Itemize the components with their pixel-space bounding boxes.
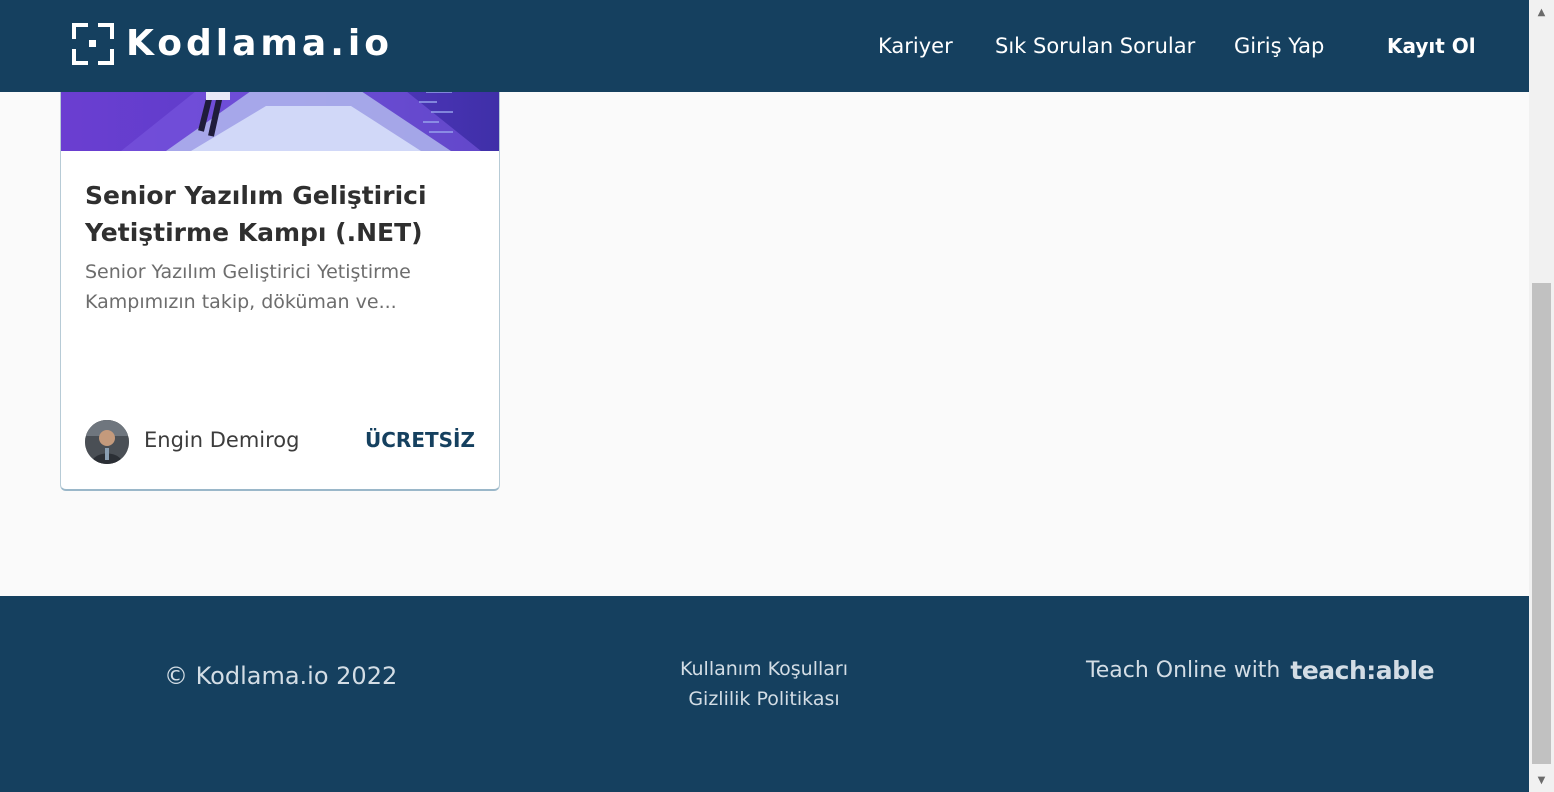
- privacy-link[interactable]: Gizlilik Politikası: [579, 684, 949, 714]
- course-description: Senior Yazılım Geliştirici Yetiştirme Ka…: [85, 261, 411, 313]
- teach-online-text: Teach Online with: [1086, 658, 1281, 683]
- vertical-scrollbar[interactable]: ▲ ▼: [1529, 0, 1554, 792]
- logo[interactable]: Kodlama.io: [72, 22, 393, 66]
- page: Kodlama.io Kariyer Sık Sorulan Sorular G…: [0, 0, 1529, 792]
- author-avatar: [85, 420, 129, 464]
- price-label: ÜCRETSİZ: [365, 428, 475, 452]
- course-card[interactable]: Senior Yazılım Geliştirici Yetiştirme Ka…: [60, 60, 500, 491]
- site-header: Kodlama.io Kariyer Sık Sorulan Sorular G…: [0, 0, 1529, 92]
- arrow-up-icon[interactable]: ▲: [1529, 0, 1554, 24]
- arrow-down-icon[interactable]: ▼: [1529, 768, 1554, 792]
- logo-icon: [72, 23, 114, 65]
- footer-links: Kullanım Koşulları Gizlilik Politikası: [579, 654, 949, 714]
- course-title[interactable]: Senior Yazılım Geliştirici Yetiştirme Ka…: [85, 177, 485, 251]
- nav-link-kariyer[interactable]: Kariyer: [878, 0, 953, 92]
- author-name: Engin Demirog: [144, 428, 300, 452]
- copyright-text: © Kodlama.io 2022: [164, 662, 398, 690]
- site-footer: © Kodlama.io 2022 Kullanım Koşulları Giz…: [0, 596, 1529, 792]
- terms-link[interactable]: Kullanım Koşulları: [579, 654, 949, 684]
- teachable-logo: teach:able: [1290, 656, 1435, 685]
- nav-link-signup[interactable]: Kayıt Ol: [1387, 0, 1476, 92]
- nav-link-login[interactable]: Giriş Yap: [1234, 0, 1324, 92]
- nav-link-faq[interactable]: Sık Sorulan Sorular: [995, 0, 1195, 92]
- scrollbar-thumb[interactable]: [1532, 283, 1551, 764]
- course-meta: Engin Demirog ÜCRETSİZ: [85, 417, 475, 465]
- logo-text: Kodlama.io: [126, 23, 393, 64]
- teachable-credit[interactable]: Teach Online with teach:able: [1086, 656, 1435, 686]
